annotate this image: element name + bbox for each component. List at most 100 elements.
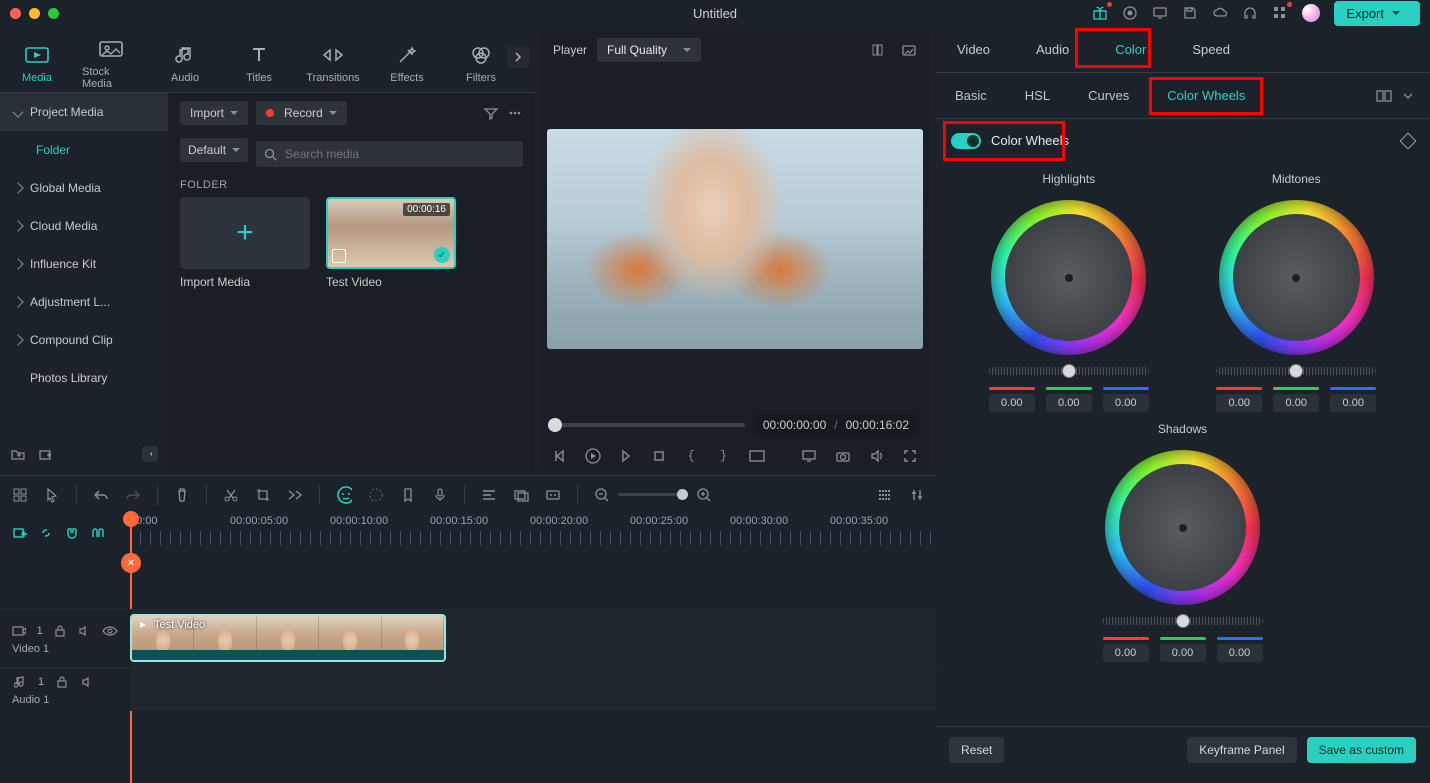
maximize-window[interactable] bbox=[48, 8, 59, 19]
record-dropdown[interactable]: Record bbox=[256, 101, 347, 125]
subtab-basic[interactable]: Basic bbox=[949, 84, 993, 107]
undo-icon[interactable] bbox=[93, 487, 109, 503]
highlights-b[interactable]: 0.00 bbox=[1103, 394, 1149, 412]
speed-icon[interactable] bbox=[368, 487, 384, 503]
highlights-wheel[interactable] bbox=[991, 200, 1146, 355]
align-icon[interactable] bbox=[481, 487, 497, 503]
crop-icon[interactable] bbox=[255, 487, 271, 503]
close-window[interactable] bbox=[10, 8, 21, 19]
shadows-slider[interactable] bbox=[1103, 617, 1263, 625]
headphones-icon[interactable] bbox=[1242, 5, 1258, 21]
zoom-slider[interactable] bbox=[618, 493, 688, 496]
export-button[interactable]: Export bbox=[1334, 1, 1420, 26]
marker-icon[interactable] bbox=[400, 487, 416, 503]
delete-icon[interactable] bbox=[174, 487, 190, 503]
video-viewport[interactable] bbox=[541, 70, 929, 408]
mute-icon[interactable] bbox=[77, 623, 92, 639]
add-track-icon[interactable] bbox=[12, 525, 28, 541]
mic-icon[interactable] bbox=[432, 487, 448, 503]
snapshot-icon[interactable] bbox=[901, 42, 917, 58]
sort-dropdown[interactable]: Default bbox=[180, 138, 248, 162]
monitor-icon[interactable] bbox=[1152, 5, 1168, 21]
rtab-video[interactable]: Video bbox=[949, 38, 998, 61]
search-input[interactable] bbox=[256, 141, 523, 167]
gift-icon[interactable] bbox=[1092, 5, 1108, 21]
chevron-down-icon[interactable] bbox=[1400, 88, 1416, 104]
play-icon[interactable] bbox=[585, 448, 601, 464]
play-forward-icon[interactable] bbox=[619, 448, 633, 464]
ai-icon[interactable] bbox=[336, 487, 352, 503]
timeline-ruler[interactable]: 00:0000:00:05:0000:00:10:0000:00:15:0000… bbox=[130, 513, 937, 553]
settings-icon[interactable] bbox=[909, 487, 925, 503]
rtab-speed[interactable]: Speed bbox=[1184, 38, 1238, 61]
avatar[interactable] bbox=[1302, 4, 1320, 22]
new-bin-icon[interactable] bbox=[38, 446, 54, 462]
stop-icon[interactable] bbox=[652, 448, 666, 464]
prev-frame-icon[interactable] bbox=[553, 448, 567, 464]
clip-test-video[interactable]: 00:00:16 ✓ Test Video bbox=[326, 197, 456, 289]
mark-out-icon[interactable]: } bbox=[716, 448, 730, 464]
tab-transitions[interactable]: Transitions bbox=[304, 34, 362, 84]
subtab-curves[interactable]: Curves bbox=[1082, 84, 1135, 107]
shadows-wheel[interactable] bbox=[1105, 450, 1260, 605]
keyframe-icon[interactable] bbox=[1400, 132, 1417, 149]
subtab-hsl[interactable]: HSL bbox=[1019, 84, 1056, 107]
highlights-r[interactable]: 0.00 bbox=[989, 394, 1035, 412]
new-folder-icon[interactable] bbox=[10, 446, 26, 462]
mark-in-icon[interactable]: { bbox=[684, 448, 698, 464]
cut-icon[interactable] bbox=[223, 487, 239, 503]
zoom-in-icon[interactable] bbox=[696, 487, 712, 503]
midtones-wheel[interactable] bbox=[1219, 200, 1374, 355]
tabs-next-icon[interactable] bbox=[507, 46, 529, 68]
search-field[interactable] bbox=[283, 146, 515, 162]
shadows-g[interactable]: 0.00 bbox=[1160, 644, 1206, 662]
highlights-slider[interactable] bbox=[989, 367, 1149, 375]
more-tools-icon[interactable] bbox=[287, 487, 303, 503]
pointer-icon[interactable] bbox=[44, 487, 60, 503]
quality-dropdown[interactable]: Full Quality bbox=[597, 38, 701, 62]
highlights-g[interactable]: 0.00 bbox=[1046, 394, 1092, 412]
tree-photos-library[interactable]: Photos Library bbox=[0, 359, 168, 397]
midtones-slider[interactable] bbox=[1216, 367, 1376, 375]
tab-stock-media[interactable]: Stock Media bbox=[82, 28, 140, 90]
snap-icon[interactable] bbox=[90, 525, 106, 541]
group-icon[interactable] bbox=[513, 487, 529, 503]
layout-icon[interactable] bbox=[1376, 88, 1392, 104]
compare-view-icon[interactable] bbox=[871, 42, 887, 58]
caption-icon[interactable] bbox=[545, 487, 561, 503]
tab-filters[interactable]: Filters bbox=[452, 34, 510, 84]
import-media-tile[interactable]: + Import Media bbox=[180, 197, 310, 289]
save-custom-button[interactable]: Save as custom bbox=[1307, 737, 1416, 763]
minimize-window[interactable] bbox=[29, 8, 40, 19]
shadows-r[interactable]: 0.00 bbox=[1103, 644, 1149, 662]
more-icon[interactable] bbox=[507, 105, 523, 121]
track-view-icon[interactable] bbox=[877, 487, 893, 503]
camera-icon[interactable] bbox=[835, 448, 851, 464]
tree-influence-kit[interactable]: Influence Kit bbox=[0, 245, 168, 283]
tree-adjustment-layer[interactable]: Adjustment L... bbox=[0, 283, 168, 321]
lock-icon[interactable] bbox=[53, 623, 68, 639]
timeline-clip[interactable]: Test Video bbox=[130, 614, 446, 662]
import-dropdown[interactable]: Import bbox=[180, 101, 248, 125]
save-icon[interactable] bbox=[1182, 5, 1198, 21]
aspect-icon[interactable] bbox=[749, 448, 765, 464]
midtones-r[interactable]: 0.00 bbox=[1216, 394, 1262, 412]
tree-project-media[interactable]: Project Media bbox=[0, 93, 168, 131]
collapse-panel-icon[interactable] bbox=[142, 446, 158, 462]
tab-audio[interactable]: Audio bbox=[156, 34, 214, 84]
cloud-icon[interactable] bbox=[1212, 5, 1228, 21]
volume-icon[interactable] bbox=[869, 448, 885, 464]
window-controls[interactable] bbox=[10, 8, 59, 19]
tree-compound-clip[interactable]: Compound Clip bbox=[0, 321, 168, 359]
lock-icon[interactable] bbox=[54, 674, 70, 690]
zoom-out-icon[interactable] bbox=[594, 487, 610, 503]
record-icon[interactable] bbox=[1122, 5, 1138, 21]
keyframe-panel-button[interactable]: Keyframe Panel bbox=[1187, 737, 1296, 763]
scrub-bar[interactable] bbox=[553, 423, 745, 427]
reset-button[interactable]: Reset bbox=[949, 737, 1004, 763]
tree-global-media[interactable]: Global Media bbox=[0, 169, 168, 207]
tab-media[interactable]: Media bbox=[8, 34, 66, 84]
filter-icon[interactable] bbox=[483, 105, 499, 121]
tab-titles[interactable]: Titles bbox=[230, 34, 288, 84]
apps-icon[interactable] bbox=[1272, 5, 1288, 21]
